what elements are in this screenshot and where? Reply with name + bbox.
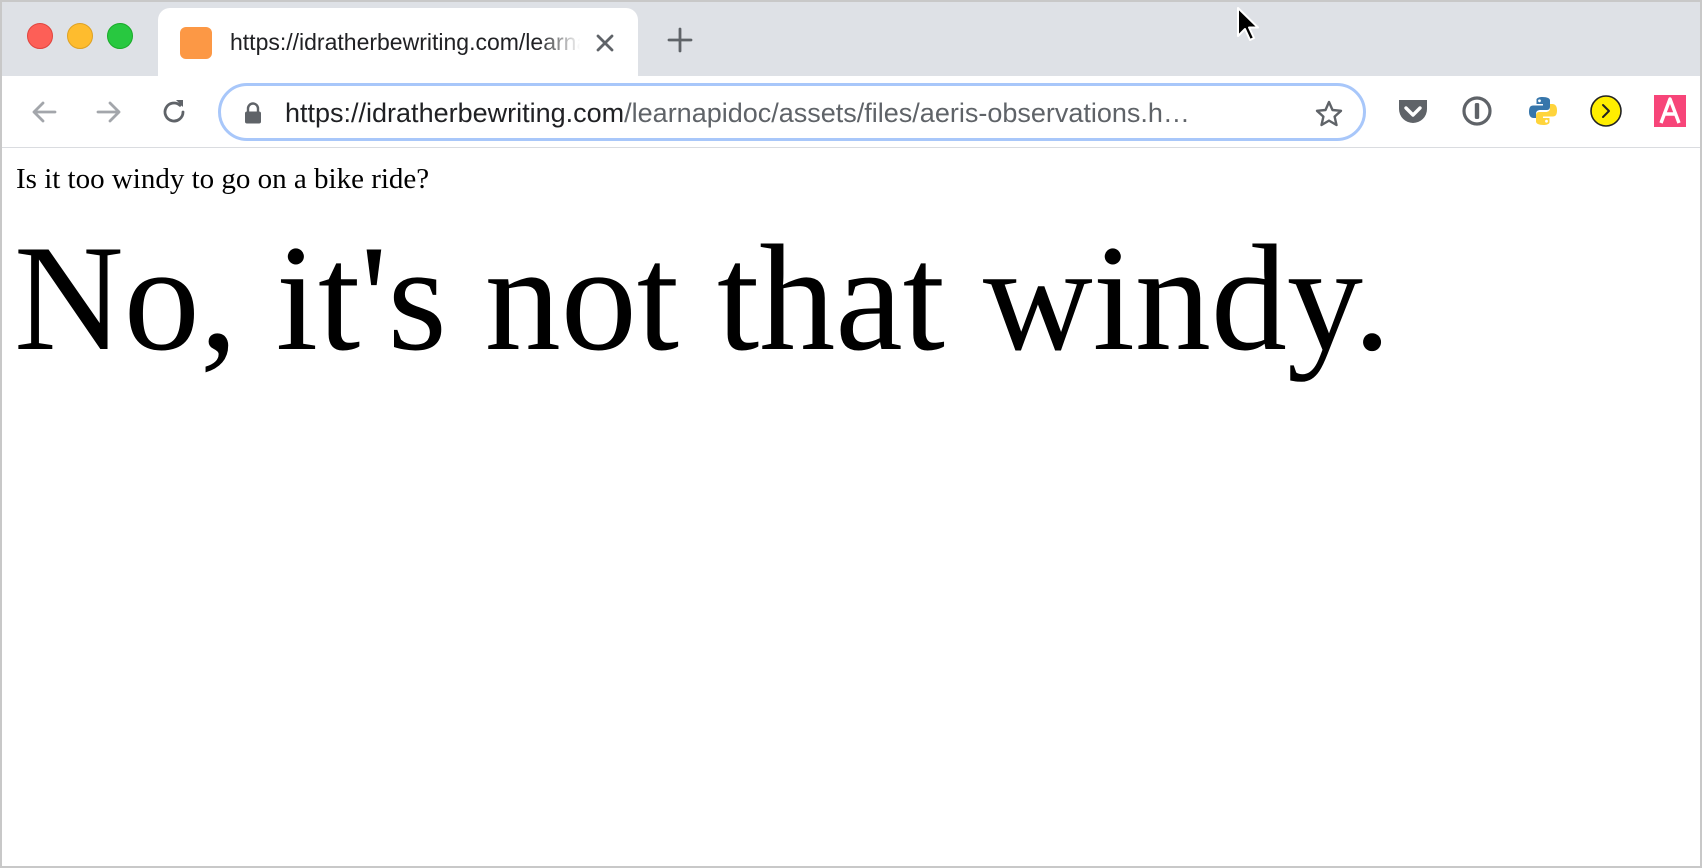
adobe-a-icon[interactable] <box>1653 94 1687 128</box>
1password-icon[interactable] <box>1460 94 1494 128</box>
address-bar[interactable]: https://idratherbewriting.com/learnapido… <box>218 83 1366 141</box>
python-icon[interactable] <box>1526 94 1560 128</box>
answer-heading: No, it's not that windy. <box>14 214 1392 382</box>
lock-icon[interactable] <box>243 102 263 124</box>
bookmark-star-icon[interactable] <box>1314 99 1344 129</box>
mouse-pointer-icon <box>1237 7 1259 41</box>
browser-tab[interactable]: https://idratherbewriting.com/learnapido… <box>158 8 638 76</box>
page-content: Is it too windy to go on a bike ride? No… <box>2 149 1700 866</box>
url-host: https://idratherbewriting.com <box>285 98 625 128</box>
browser-toolbar: https://idratherbewriting.com/learnapido… <box>2 76 1700 148</box>
browser-window: https://idratherbewriting.com/learnapido… <box>0 0 1702 868</box>
question-text: Is it too windy to go on a bike ride? <box>16 163 430 195</box>
tab-strip: https://idratherbewriting.com/learnapido… <box>2 2 1700 76</box>
close-tab-icon[interactable] <box>592 30 618 56</box>
url-text[interactable]: https://idratherbewriting.com/learnapido… <box>285 98 1285 128</box>
reload-icon[interactable] <box>158 96 190 128</box>
favicon-icon <box>180 27 212 59</box>
url-path: /learnapidoc/assets/files/aeris-observat… <box>624 98 1190 128</box>
minimize-window-button[interactable] <box>67 23 93 49</box>
new-tab-icon[interactable] <box>666 26 694 54</box>
pocket-icon[interactable] <box>1396 94 1430 128</box>
forward-arrow-icon[interactable] <box>93 96 125 128</box>
zoom-window-button[interactable] <box>107 23 133 49</box>
yellow-play-icon[interactable] <box>1589 94 1623 128</box>
back-arrow-icon[interactable] <box>28 96 60 128</box>
close-window-button[interactable] <box>27 23 53 49</box>
tab-title: https://idratherbewriting.com/learnapido… <box>230 29 580 55</box>
